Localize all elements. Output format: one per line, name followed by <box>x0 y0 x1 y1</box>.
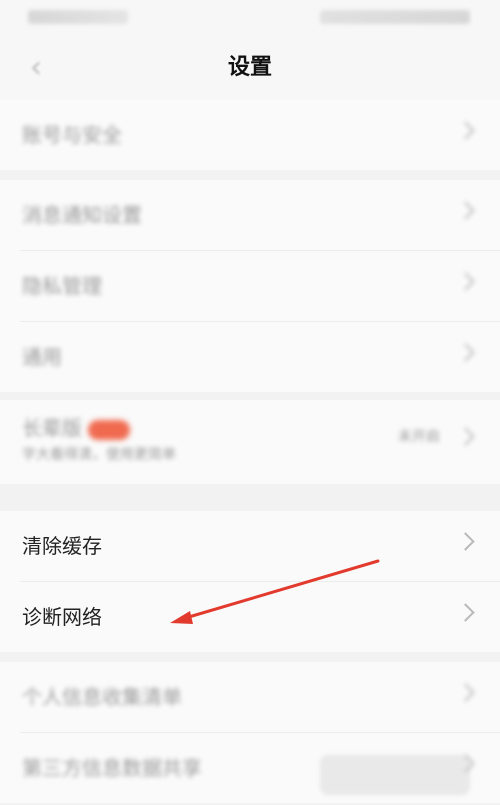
row-label: 账号与安全 <box>22 123 122 147</box>
row-label: 隐私管理 <box>22 274 102 298</box>
settings-row-clear-cache[interactable]: 清除缓存 <box>20 511 500 582</box>
settings-row-account-security[interactable]: 账号与安全 <box>20 100 500 170</box>
row-label: 长辈版 <box>22 416 130 440</box>
new-badge <box>88 419 130 440</box>
settings-group-account: 账号与安全 <box>0 100 500 170</box>
chevron-right-icon <box>456 427 475 446</box>
settings-row-privacy[interactable]: 隐私管理 <box>20 251 500 322</box>
chevron-right-icon <box>456 603 475 622</box>
settings-row-diagnose-network[interactable]: 诊断网络 <box>20 582 500 652</box>
settings-group-storage-network: 清除缓存 诊断网络 <box>0 511 500 652</box>
chevron-right-icon <box>456 532 475 551</box>
status-bar <box>0 0 500 36</box>
row-value: 未开启 <box>398 429 440 445</box>
settings-group-general: 消息通知设置 隐私管理 通用 <box>0 180 500 392</box>
settings-row-elder-mode[interactable]: 长辈版 字大看得清，使用更简单 未开启 <box>20 400 500 484</box>
row-label: 通用 <box>22 345 62 369</box>
settings-row-personal-info[interactable]: 个人信息收集清单 <box>20 662 500 733</box>
chevron-right-icon <box>456 121 475 140</box>
row-label: 诊断网络 <box>22 605 102 629</box>
row-subtitle: 字大看得清，使用更简单 <box>22 447 176 463</box>
chevron-right-icon <box>456 683 475 702</box>
settings-row-general[interactable]: 通用 <box>20 322 500 392</box>
chevron-right-icon <box>456 343 475 362</box>
watermark-logo <box>320 755 470 795</box>
row-label: 清除缓存 <box>22 534 102 558</box>
page-title: 设置 <box>227 55 272 80</box>
row-label: 个人信息收集清单 <box>22 685 182 709</box>
chevron-right-icon <box>456 201 475 220</box>
settings-group-elder-mode: 长辈版 字大看得清，使用更简单 未开启 <box>0 400 500 484</box>
signal-icons <box>28 10 128 24</box>
settings-row-notifications[interactable]: 消息通知设置 <box>20 180 500 251</box>
chevron-right-icon <box>456 272 475 291</box>
top-bar: ‹ 设置 <box>0 36 500 100</box>
row-label: 消息通知设置 <box>22 203 142 227</box>
elder-mode-label: 长辈版 <box>22 416 82 440</box>
row-label: 第三方信息数据共享 <box>22 756 202 780</box>
system-icons <box>320 10 470 24</box>
